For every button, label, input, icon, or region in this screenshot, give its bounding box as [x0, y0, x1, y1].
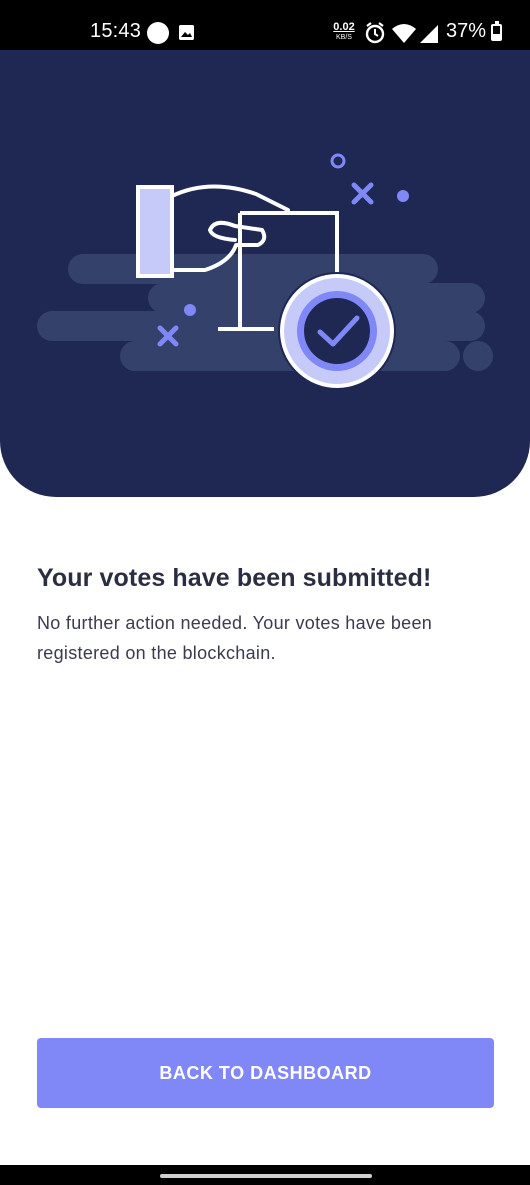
status-time: 15:43	[90, 20, 142, 42]
status-bar: 15:43 0.02 KB/S 37%	[0, 0, 530, 50]
signal-icon	[420, 25, 438, 43]
page-title: Your votes have been submitted!	[37, 564, 432, 592]
vote-submitted-screen: 15:43 0.02 KB/S 37% Your votes have been…	[0, 0, 530, 1185]
notification-dot-icon	[147, 22, 169, 44]
confirmation-message: No further action needed. Your votes hav…	[37, 613, 433, 663]
image-icon	[179, 25, 194, 40]
wifi-icon	[392, 24, 416, 43]
net-speed-unit: KB/S	[336, 34, 352, 41]
battery-percent: 37%	[446, 20, 487, 42]
ballot-check-illustration	[37, 153, 493, 390]
home-gesture-handle[interactable]	[160, 1174, 372, 1178]
status-icons	[364, 21, 444, 50]
back-to-dashboard-button[interactable]: BACK TO DASHBOARD	[37, 1038, 494, 1108]
hero-banner	[0, 50, 530, 497]
battery-icon	[491, 21, 502, 41]
alarm-icon	[365, 22, 385, 44]
net-speed-value: 0.02	[333, 21, 355, 33]
battery-level	[493, 34, 500, 39]
navigation-bar	[0, 1165, 530, 1185]
net-speed: 0.02 KB/S	[332, 21, 356, 42]
